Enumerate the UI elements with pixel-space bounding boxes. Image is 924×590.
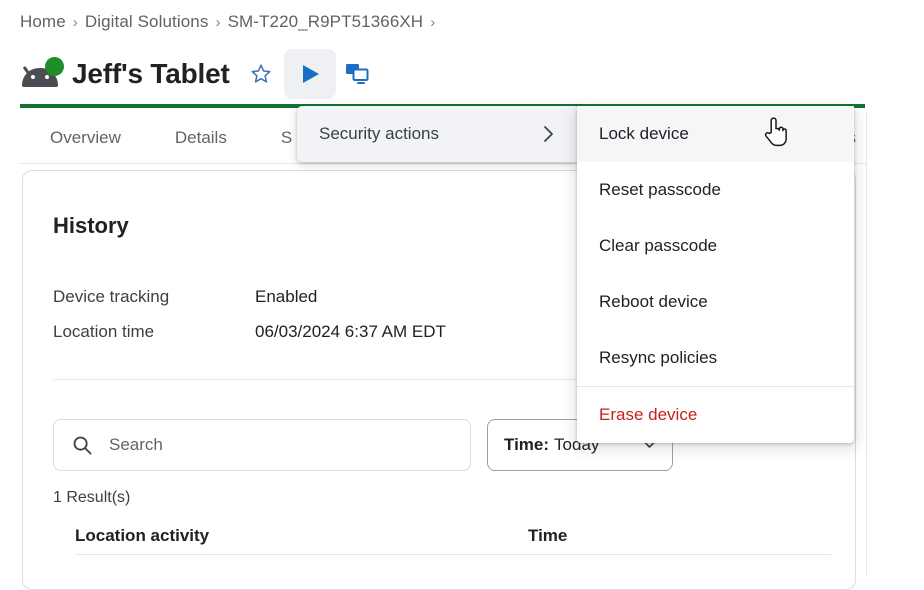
search-icon bbox=[72, 435, 93, 456]
menu-item-label: Resync policies bbox=[599, 348, 718, 367]
breadcrumb-item-home[interactable]: Home bbox=[20, 12, 66, 32]
page-title: Jeff's Tablet bbox=[72, 58, 230, 89]
search-box[interactable] bbox=[53, 419, 471, 471]
table-header-rule bbox=[75, 554, 831, 555]
search-input[interactable] bbox=[107, 434, 451, 456]
screen-mirror-icon[interactable] bbox=[340, 57, 374, 91]
menu-item-label: Security actions bbox=[319, 124, 439, 143]
security-actions-submenu: Lock device Reset passcode Clear passcod… bbox=[577, 106, 854, 443]
menu-item-resync-policies[interactable]: Resync policies bbox=[577, 330, 854, 386]
right-panel-edge bbox=[866, 112, 924, 577]
detail-key: Device tracking bbox=[53, 286, 170, 306]
detail-value: 06/03/2024 6:37 AM EDT bbox=[255, 321, 446, 341]
menu-item-label: Reboot device bbox=[599, 292, 708, 311]
table-header-row: Location activity Time bbox=[75, 526, 831, 546]
breadcrumb: Home › Digital Solutions › SM-T220_R9PT5… bbox=[20, 12, 442, 32]
favorite-star-icon[interactable] bbox=[244, 57, 278, 91]
menu-item-label: Reset passcode bbox=[599, 180, 721, 199]
menu-item-reboot-device[interactable]: Reboot device bbox=[577, 274, 854, 330]
result-count: 1 Result(s) bbox=[53, 489, 131, 506]
column-header-location-activity[interactable]: Location activity bbox=[75, 526, 528, 546]
detail-key: Location time bbox=[53, 321, 155, 341]
chevron-right-icon bbox=[543, 125, 554, 143]
card-title: History bbox=[53, 213, 129, 238]
breadcrumb-separator-icon: › bbox=[72, 13, 78, 31]
tab-security[interactable]: S bbox=[277, 128, 296, 148]
column-header-time[interactable]: Time bbox=[528, 526, 831, 546]
menu-item-clear-passcode[interactable]: Clear passcode bbox=[577, 218, 854, 274]
tab-overview[interactable]: Overview bbox=[46, 128, 125, 148]
breadcrumb-item-device-id[interactable]: SM-T220_R9PT51366XH bbox=[228, 12, 424, 32]
detail-value: Enabled bbox=[255, 286, 318, 306]
menu-item-label: Clear passcode bbox=[599, 236, 718, 255]
play-button[interactable] bbox=[283, 49, 336, 99]
menu-item-label: Lock device bbox=[599, 124, 689, 143]
device-header: Jeff's Tablet bbox=[20, 49, 380, 99]
menu-item-security-actions[interactable]: Security actions bbox=[297, 106, 580, 162]
breadcrumb-item-digital-solutions[interactable]: Digital Solutions bbox=[85, 12, 209, 32]
breadcrumb-separator-icon: › bbox=[430, 13, 436, 31]
menu-item-reset-passcode[interactable]: Reset passcode bbox=[577, 162, 854, 218]
breadcrumb-separator-icon: › bbox=[215, 13, 221, 31]
time-filter-label: Time: bbox=[504, 435, 550, 454]
menu-item-lock-device[interactable]: Lock device bbox=[577, 106, 854, 162]
menu-item-erase-device[interactable]: Erase device bbox=[577, 387, 854, 443]
menu-item-label: Erase device bbox=[599, 405, 698, 424]
tab-details[interactable]: Details bbox=[171, 128, 231, 148]
status-dot bbox=[45, 57, 64, 76]
android-robot-icon bbox=[20, 57, 66, 91]
